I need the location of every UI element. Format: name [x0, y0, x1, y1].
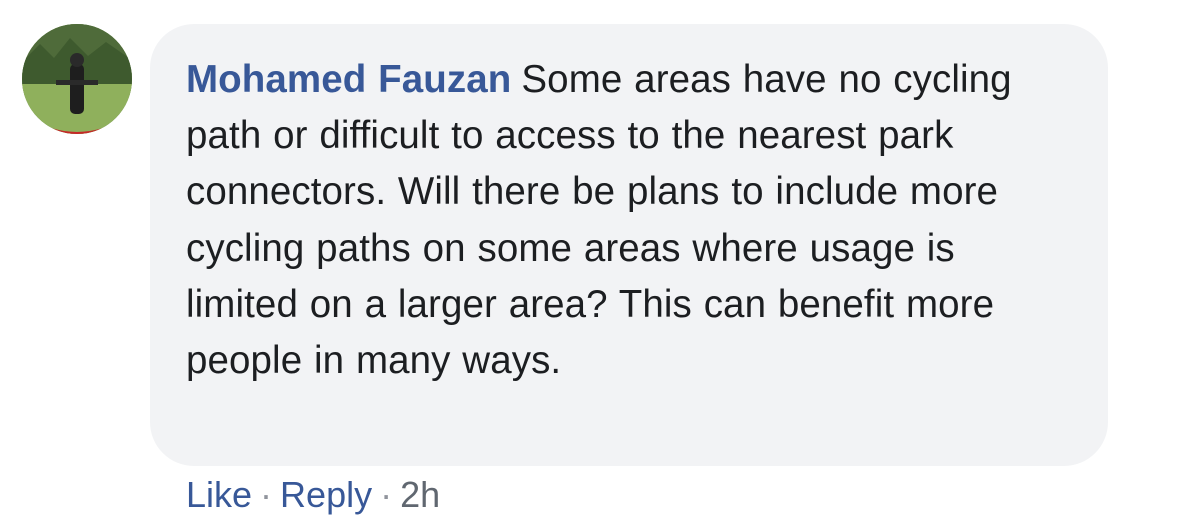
comment: Mohamed Fauzan Some areas have no cycling…	[0, 0, 1200, 532]
like-link[interactable]: Like	[186, 474, 252, 515]
avatar[interactable]	[22, 24, 132, 134]
avatar-photo	[22, 24, 132, 134]
comment-bubble: Mohamed Fauzan Some areas have no cycling…	[150, 24, 1108, 466]
timestamp-link[interactable]: 2h	[400, 474, 440, 515]
reply-link[interactable]: Reply	[280, 474, 372, 515]
comment-text: Some areas have no cycling path or diffi…	[186, 58, 1012, 383]
separator-dot: ·	[260, 474, 273, 515]
author-name-link[interactable]: Mohamed Fauzan	[186, 58, 511, 101]
comment-body: Mohamed Fauzan Some areas have no cycling…	[186, 52, 1072, 389]
separator-dot: ·	[380, 474, 393, 515]
comment-actions: Like · Reply · 2h	[186, 470, 440, 520]
